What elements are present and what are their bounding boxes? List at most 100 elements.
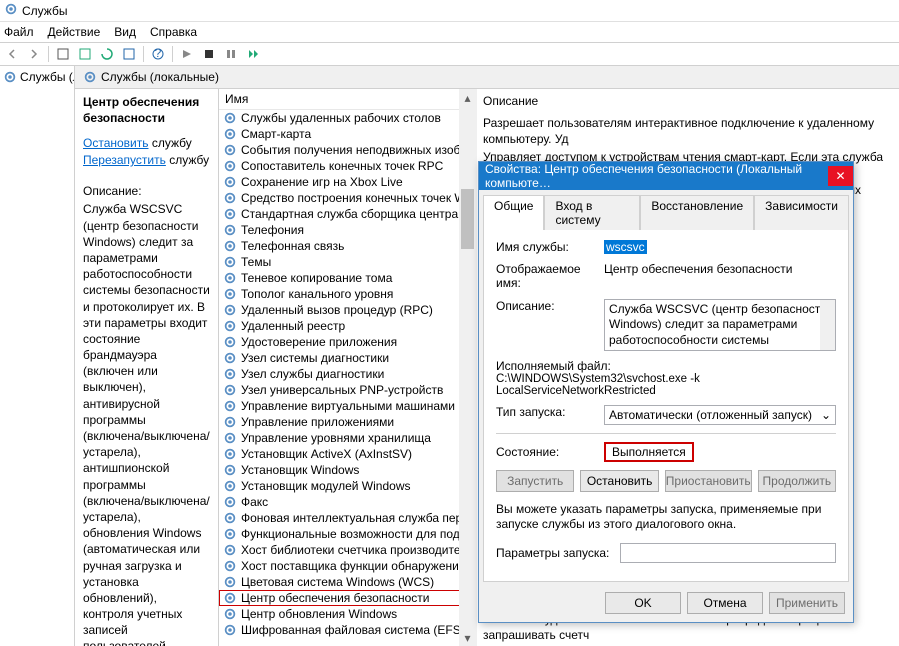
service-row[interactable]: Установщик ActiveX (AxInstSV): [219, 446, 476, 462]
service-name: Управление уровнями хранилища: [241, 431, 431, 445]
service-name-value[interactable]: wscsvc: [604, 240, 647, 254]
service-icon: [223, 319, 237, 333]
stop-button[interactable]: Остановить: [580, 470, 658, 492]
service-row[interactable]: Стандартная служба сборщика центра диагн…: [219, 206, 476, 222]
desc-scrollbar[interactable]: [820, 300, 835, 350]
service-row[interactable]: Службы удаленных рабочих столов: [219, 110, 476, 126]
toolbar-icon[interactable]: [119, 44, 139, 64]
params-label: Параметры запуска:: [496, 546, 614, 560]
service-row[interactable]: Хост поставщика функции обнаружения: [219, 558, 476, 574]
toolbar: ?: [0, 42, 899, 66]
service-icon: [223, 127, 237, 141]
service-row[interactable]: Телефония: [219, 222, 476, 238]
menu-file[interactable]: Файл: [4, 25, 34, 39]
service-row[interactable]: Узел универсальных PNP-устройств: [219, 382, 476, 398]
menu-help[interactable]: Справка: [150, 25, 197, 39]
desc-column-header[interactable]: Описание: [483, 93, 893, 109]
scroll-down-arrow[interactable]: ▾: [459, 629, 476, 646]
restart-button[interactable]: [243, 44, 263, 64]
pause-button[interactable]: [221, 44, 241, 64]
restart-service-link[interactable]: Перезапустить: [83, 153, 166, 167]
content-header: Службы (локальные): [75, 66, 899, 89]
cancel-button[interactable]: Отмена: [687, 592, 763, 614]
service-name: Сохранение игр на Xbox Live: [241, 175, 403, 189]
resume-button[interactable]: Продолжить: [758, 470, 836, 492]
selected-service-title: Центр обеспечения безопасности: [83, 95, 210, 126]
column-name[interactable]: Имя: [219, 89, 254, 109]
service-row[interactable]: Сопоставитель конечных точек RPC: [219, 158, 476, 174]
help-button[interactable]: ?: [148, 44, 168, 64]
pause-button[interactable]: Приостановить: [665, 470, 752, 492]
list-header[interactable]: Имя: [219, 89, 476, 110]
refresh-button[interactable]: [97, 44, 117, 64]
description-label: Описание:: [83, 183, 210, 199]
service-row[interactable]: Цветовая система Windows (WCS): [219, 574, 476, 590]
service-row[interactable]: Удостоверение приложения: [219, 334, 476, 350]
service-icon: [223, 223, 237, 237]
service-row[interactable]: Сохранение игр на Xbox Live: [219, 174, 476, 190]
service-icon: [223, 527, 237, 541]
service-row[interactable]: Узел службы диагностики: [219, 366, 476, 382]
service-row[interactable]: Средство построения конечных точек Windo…: [219, 190, 476, 206]
service-row[interactable]: Управление приложениями: [219, 414, 476, 430]
stop-service-link[interactable]: Остановить: [83, 136, 149, 150]
toolbar-icon[interactable]: [75, 44, 95, 64]
service-name: Тополог канального уровня: [241, 287, 393, 301]
service-name: Установщик ActiveX (AxInstSV): [241, 447, 412, 461]
tree-root-label: Службы (л: [20, 70, 75, 84]
service-row[interactable]: Фоновая интеллектуальная служба передачи…: [219, 510, 476, 526]
service-row[interactable]: Установщик Windows: [219, 462, 476, 478]
stop-button[interactable]: [199, 44, 219, 64]
ok-button[interactable]: OK: [605, 592, 681, 614]
service-row[interactable]: Функциональные возможности для подключе…: [219, 526, 476, 542]
tab-dependencies[interactable]: Зависимости: [754, 195, 849, 230]
service-row[interactable]: Телефонная связь: [219, 238, 476, 254]
service-row[interactable]: Темы: [219, 254, 476, 270]
dialog-titlebar[interactable]: Свойства: Центр обеспечения безопасности…: [479, 162, 853, 190]
state-value: Выполняется: [604, 442, 694, 462]
toolbar-icon[interactable]: [53, 44, 73, 64]
service-name: Центр обновления Windows: [241, 607, 397, 621]
service-row[interactable]: Управление уровнями хранилища: [219, 430, 476, 446]
service-row[interactable]: Узел системы диагностики: [219, 350, 476, 366]
service-row[interactable]: Теневое копирование тома: [219, 270, 476, 286]
service-row[interactable]: Шифрованная файловая система (EFS): [219, 622, 476, 638]
menu-view[interactable]: Вид: [114, 25, 136, 39]
forward-button[interactable]: [24, 44, 44, 64]
tab-recovery[interactable]: Восстановление: [640, 195, 754, 230]
scroll-thumb[interactable]: [461, 189, 474, 249]
service-icon: [223, 431, 237, 445]
service-name: Службы удаленных рабочих столов: [241, 111, 441, 125]
service-icon: [223, 175, 237, 189]
service-row[interactable]: Удаленный вызов процедур (RPC): [219, 302, 476, 318]
service-icon: [223, 143, 237, 157]
tab-general[interactable]: Общие: [483, 195, 544, 230]
start-button[interactable]: Запустить: [496, 470, 574, 492]
service-row[interactable]: События получения неподвижных изображен…: [219, 142, 476, 158]
service-name: Темы: [241, 255, 271, 269]
service-row[interactable]: Удаленный реестр: [219, 318, 476, 334]
back-button[interactable]: [2, 44, 22, 64]
play-button[interactable]: [177, 44, 197, 64]
state-label: Состояние:: [496, 445, 598, 459]
close-button[interactable]: ✕: [828, 166, 853, 186]
service-row[interactable]: Хост библиотеки счетчика производительно…: [219, 542, 476, 558]
service-row[interactable]: Управление виртуальными машинами Hyper-V: [219, 398, 476, 414]
desc-textarea[interactable]: Служба WSCSVC (центр безопасности Window…: [604, 299, 836, 351]
params-input[interactable]: [620, 543, 836, 563]
startup-type-select[interactable]: Автоматически (отложенный запуск) ⌄: [604, 405, 836, 425]
menu-action[interactable]: Действие: [48, 25, 101, 39]
service-row[interactable]: Центр обеспечения безопасности: [219, 590, 476, 606]
tab-logon[interactable]: Вход в систему: [544, 195, 640, 230]
service-row[interactable]: Центр обновления Windows: [219, 606, 476, 622]
tree-root[interactable]: Службы (л: [0, 68, 74, 86]
scroll-up-arrow[interactable]: ▴: [459, 89, 476, 106]
apply-button[interactable]: Применить: [769, 592, 845, 614]
vertical-scrollbar[interactable]: ▴ ▾: [459, 89, 476, 646]
service-row[interactable]: Установщик модулей Windows: [219, 478, 476, 494]
service-row[interactable]: Смарт-карта: [219, 126, 476, 142]
service-name: Установщик Windows: [241, 463, 359, 477]
service-row[interactable]: Тополог канального уровня: [219, 286, 476, 302]
service-row[interactable]: Факс: [219, 494, 476, 510]
service-name: Факс: [241, 495, 268, 509]
